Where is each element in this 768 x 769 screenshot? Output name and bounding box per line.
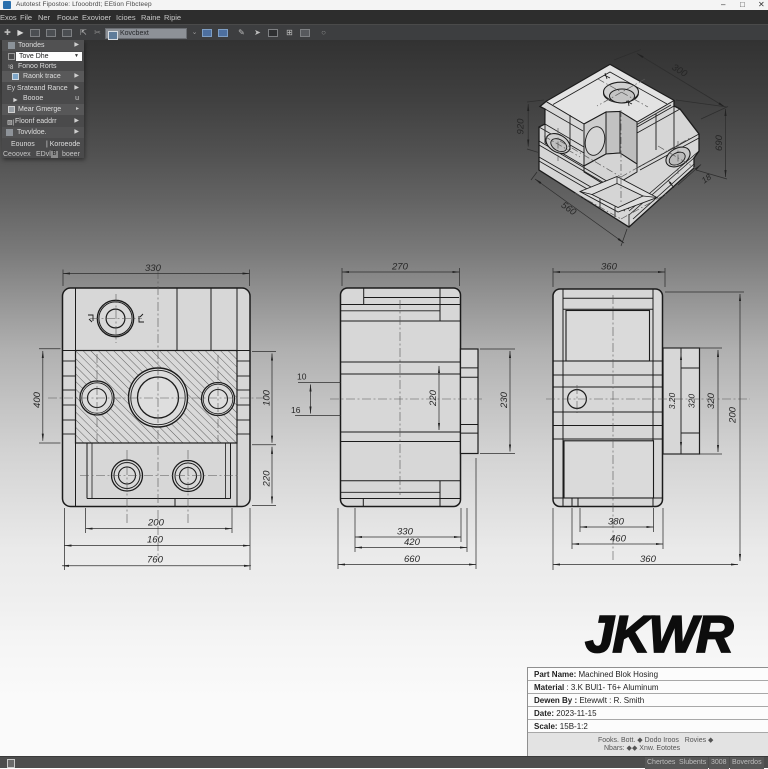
svg-text:3.20: 3.20 <box>667 392 677 409</box>
svg-text:200: 200 <box>728 406 739 424</box>
svg-text:360: 360 <box>640 554 657 565</box>
svg-text:360: 360 <box>601 262 618 273</box>
svg-text:160: 160 <box>147 535 164 546</box>
svg-text:10: 10 <box>297 372 307 382</box>
svg-text:16: 16 <box>291 405 301 415</box>
svg-text:420: 420 <box>404 537 421 548</box>
svg-text:320: 320 <box>706 392 717 409</box>
svg-text:220: 220 <box>262 470 273 488</box>
svg-text:220: 220 <box>428 389 439 407</box>
svg-text:230: 230 <box>499 391 510 409</box>
svg-text:920: 920 <box>516 118 527 135</box>
svg-text:760: 760 <box>147 555 164 566</box>
svg-text:400: 400 <box>32 391 43 408</box>
svg-text:100: 100 <box>262 389 273 406</box>
svg-text:200: 200 <box>147 518 165 529</box>
svg-text:560: 560 <box>559 200 579 219</box>
svg-text:320: 320 <box>687 394 697 408</box>
svg-text:330: 330 <box>145 263 162 274</box>
svg-text:690: 690 <box>714 134 725 151</box>
svg-text:380: 380 <box>608 517 625 528</box>
svg-text:270: 270 <box>391 262 409 273</box>
svg-text:18: 18 <box>700 172 714 186</box>
svg-text:460: 460 <box>610 534 627 545</box>
svg-text:330: 330 <box>397 527 414 538</box>
svg-text:660: 660 <box>404 554 421 565</box>
svg-text:300: 300 <box>670 62 690 80</box>
